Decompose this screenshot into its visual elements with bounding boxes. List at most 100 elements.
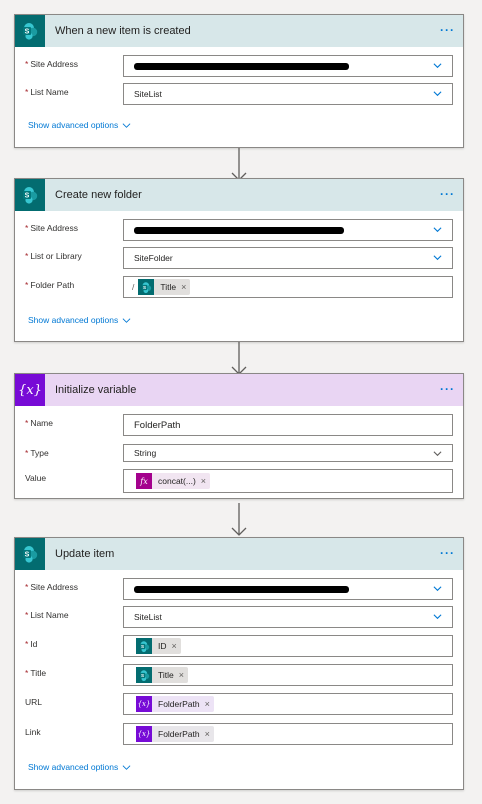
chevron-down-icon [122, 763, 131, 772]
folder-path-input[interactable]: / Title × [123, 276, 453, 298]
list-name-row: * List Name SiteList [15, 83, 463, 105]
sharepoint-icon [15, 179, 45, 211]
dynamic-content-token[interactable]: ID × [136, 638, 181, 654]
site-address-row: * Site Address [15, 55, 463, 77]
card-title: Update item [55, 548, 115, 560]
sharepoint-icon [138, 279, 155, 295]
card-create-new-folder: Create new folder ··· * Site Address * Lis… [14, 178, 464, 342]
type-dropdown[interactable]: String [123, 444, 453, 462]
sharepoint-icon [15, 538, 45, 570]
list-name-value: SiteList [134, 612, 162, 622]
chevron-down-icon[interactable] [433, 612, 442, 621]
type-value: String [134, 448, 157, 458]
show-advanced-options-link[interactable]: Show advanced options [28, 120, 131, 130]
name-row: * Name FolderPath [15, 414, 463, 436]
chevron-down-icon [122, 316, 131, 325]
more-options-icon[interactable]: ··· [440, 546, 455, 560]
show-advanced-options-link[interactable]: Show advanced options [28, 762, 131, 772]
list-name-label: * List Name [25, 610, 69, 620]
url-input[interactable]: {x} FolderPath × [123, 693, 453, 715]
chevron-down-icon[interactable] [433, 253, 442, 262]
sharepoint-icon [15, 15, 45, 47]
remove-token-icon[interactable]: × [179, 670, 184, 680]
remove-token-icon[interactable]: × [181, 282, 186, 292]
list-or-library-row: * List or Library SiteFolder [15, 247, 463, 269]
variable-icon: {x} [136, 726, 152, 742]
flow-arrow-icon [230, 342, 248, 376]
card-initialize-variable: {x} Initialize variable ··· * Name Folder… [14, 373, 464, 499]
remove-token-icon[interactable]: × [201, 476, 206, 486]
list-name-label: * List Name [25, 87, 69, 97]
url-row: URL {x} FolderPath × [15, 693, 463, 715]
list-name-dropdown[interactable]: SiteList [123, 606, 453, 628]
site-address-dropdown[interactable] [123, 219, 453, 241]
card-title: Create new folder [55, 189, 142, 201]
chevron-down-icon[interactable] [433, 449, 442, 458]
path-prefix: / [132, 282, 135, 292]
variable-icon: {x} [15, 374, 45, 406]
list-name-row: * List Name SiteList [15, 606, 463, 628]
remove-token-icon[interactable]: × [205, 729, 210, 739]
url-label: URL [25, 697, 43, 707]
list-name-value: SiteList [134, 89, 162, 99]
list-or-library-dropdown[interactable]: SiteFolder [123, 247, 453, 269]
card-when-new-item-created: When a new item is created ··· * Site Add… [14, 14, 464, 148]
site-address-row: * Site Address [15, 578, 463, 600]
flow-arrow-icon [230, 148, 248, 182]
library-value: SiteFolder [134, 253, 173, 263]
chevron-down-icon[interactable] [433, 584, 442, 593]
site-address-label: * Site Address [25, 582, 79, 592]
chevron-down-icon[interactable] [433, 61, 442, 70]
list-or-library-label: * List or Library [25, 251, 82, 261]
more-options-icon[interactable]: ··· [440, 23, 455, 37]
card-header[interactable]: Create new folder ··· [15, 179, 463, 211]
function-icon: fx [136, 473, 152, 489]
value-input[interactable]: fx concat(...) × [123, 469, 453, 493]
variable-icon: {x} [136, 696, 152, 712]
expression-token[interactable]: fx concat(...) × [136, 473, 211, 489]
redacted-value [134, 62, 349, 70]
title-input[interactable]: Title × [123, 664, 453, 686]
redacted-value [134, 585, 349, 593]
variable-token[interactable]: {x} FolderPath × [136, 726, 214, 742]
site-address-label: * Site Address [25, 59, 79, 69]
show-advanced-options-link[interactable]: Show advanced options [28, 315, 131, 325]
id-input[interactable]: ID × [123, 635, 453, 657]
link-row: Link {x} FolderPath × [15, 723, 463, 745]
title-label: * Title [25, 668, 47, 678]
sharepoint-icon [136, 638, 152, 654]
card-title: When a new item is created [55, 25, 191, 37]
name-label: * Name [25, 418, 53, 428]
link-input[interactable]: {x} FolderPath × [123, 723, 453, 745]
id-label: * Id [25, 639, 38, 649]
redacted-value [134, 226, 344, 234]
card-header[interactable]: {x} Initialize variable ··· [15, 374, 463, 406]
flow-arrow-icon [230, 503, 248, 537]
value-label: Value [25, 473, 47, 483]
remove-token-icon[interactable]: × [205, 699, 210, 709]
folder-path-label: * Folder Path [25, 280, 75, 290]
variable-name-input[interactable]: FolderPath [123, 414, 453, 436]
variable-name-value: FolderPath [134, 419, 181, 431]
site-address-row: * Site Address [15, 219, 463, 241]
variable-token[interactable]: {x} FolderPath × [136, 696, 214, 712]
site-address-dropdown[interactable] [123, 55, 453, 77]
site-address-label: * Site Address [25, 223, 79, 233]
card-header[interactable]: When a new item is created ··· [15, 15, 463, 47]
sharepoint-icon [136, 667, 152, 683]
dynamic-content-token[interactable]: Title × [138, 279, 191, 295]
site-address-dropdown[interactable] [123, 578, 453, 600]
chevron-down-icon[interactable] [433, 89, 442, 98]
id-row: * Id ID × [15, 635, 463, 657]
folder-path-row: * Folder Path / Title × [15, 276, 463, 298]
more-options-icon[interactable]: ··· [440, 187, 455, 201]
card-title: Initialize variable [55, 384, 137, 396]
value-row: Value fx concat(...) × [15, 469, 463, 493]
remove-token-icon[interactable]: × [172, 641, 177, 651]
list-name-dropdown[interactable]: SiteList [123, 83, 453, 105]
more-options-icon[interactable]: ··· [440, 382, 455, 396]
card-update-item: Update item ··· * Site Address * List Name… [14, 537, 464, 790]
chevron-down-icon[interactable] [433, 225, 442, 234]
card-header[interactable]: Update item ··· [15, 538, 463, 570]
dynamic-content-token[interactable]: Title × [136, 667, 189, 683]
